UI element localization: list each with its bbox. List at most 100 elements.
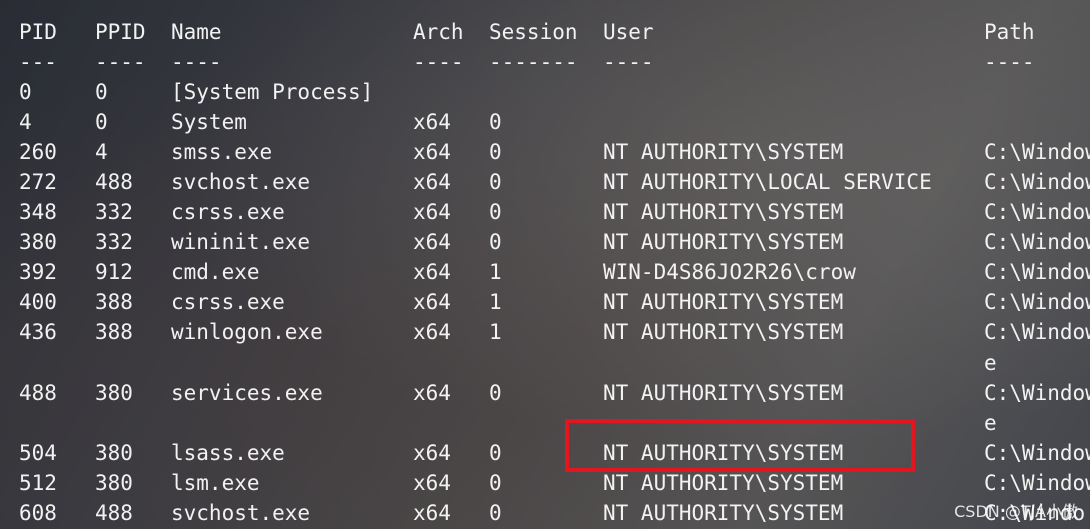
cell-arch: x64 bbox=[413, 110, 451, 134]
cell-arch: x64 bbox=[413, 441, 451, 465]
separator-arch: ---- bbox=[413, 50, 464, 74]
header-name: Name bbox=[171, 20, 222, 44]
cell-session: 1 bbox=[489, 290, 502, 314]
cell-session: 0 bbox=[489, 441, 502, 465]
table-row: 380 332 wininit.exe x64 0 NT AUTHORITY\S… bbox=[0, 227, 1090, 257]
cell-ppid: 488 bbox=[95, 501, 133, 525]
header-session: Session bbox=[489, 20, 578, 44]
cell-name: lsm.exe bbox=[171, 471, 260, 495]
cell-arch: x64 bbox=[413, 381, 451, 405]
cell-name: svchost.exe bbox=[171, 501, 311, 525]
table-row: 400 388 csrss.exe x64 1 NT AUTHORITY\SYS… bbox=[0, 287, 1090, 317]
cell-name: cmd.exe bbox=[171, 260, 260, 284]
cell-session: 0 bbox=[489, 140, 502, 164]
cell-user: NT AUTHORITY\LOCAL SERVICE bbox=[603, 170, 932, 194]
table-row: 272 488 svchost.exe x64 0 NT AUTHORITY\L… bbox=[0, 167, 1090, 197]
cell-arch: x64 bbox=[413, 320, 451, 344]
cell-session: 0 bbox=[489, 170, 502, 194]
cell-session: 0 bbox=[489, 230, 502, 254]
cell-path: C:\Window bbox=[984, 140, 1090, 164]
cell-user: NT AUTHORITY\SYSTEM bbox=[603, 471, 844, 495]
table-row: 436 388 winlogon.exe x64 1 NT AUTHORITY\… bbox=[0, 317, 1090, 347]
table-row: 504 380 lsass.exe x64 0 NT AUTHORITY\SYS… bbox=[0, 438, 1090, 468]
cell-name: services.exe bbox=[171, 381, 323, 405]
cell-name: winlogon.exe bbox=[171, 320, 323, 344]
cell-name: [System Process] bbox=[171, 80, 374, 104]
cell-path: C:\Window bbox=[984, 471, 1090, 495]
cell-path: C:\Window bbox=[984, 320, 1090, 344]
cell-arch: x64 bbox=[413, 290, 451, 314]
cell-ppid: 0 bbox=[95, 80, 108, 104]
cell-ppid: 380 bbox=[95, 471, 133, 495]
table-row: 392 912 cmd.exe x64 1 WIN-D4S86JO2R26\cr… bbox=[0, 257, 1090, 287]
table-row: 348 332 csrss.exe x64 0 NT AUTHORITY\SYS… bbox=[0, 197, 1090, 227]
table-row: 4 0 System x64 0 bbox=[0, 107, 1090, 137]
cell-path: C:\Window bbox=[984, 381, 1090, 405]
table-row: 608 488 svchost.exe x64 0 NT AUTHORITY\S… bbox=[0, 498, 1090, 528]
cell-user: NT AUTHORITY\SYSTEM bbox=[603, 501, 844, 525]
cell-session: 0 bbox=[489, 381, 502, 405]
table-row: 512 380 lsm.exe x64 0 NT AUTHORITY\SYSTE… bbox=[0, 468, 1090, 498]
cell-arch: x64 bbox=[413, 140, 451, 164]
cell-pid: 436 bbox=[19, 320, 57, 344]
cell-user: NT AUTHORITY\SYSTEM bbox=[603, 140, 844, 164]
cell-name: svchost.exe bbox=[171, 170, 311, 194]
separator-path: ---- bbox=[984, 50, 1035, 74]
cell-path: C:\Window bbox=[984, 441, 1090, 465]
cell-path: C:\Window bbox=[984, 170, 1090, 194]
highlight-annotation-box bbox=[565, 419, 915, 472]
cell-ppid: 0 bbox=[95, 110, 108, 134]
cell-arch: x64 bbox=[413, 170, 451, 194]
cell-ppid: 380 bbox=[95, 381, 133, 405]
table-row: 260 4 smss.exe x64 0 NT AUTHORITY\SYSTEM… bbox=[0, 137, 1090, 167]
separator-row: --- ---- ---- ---- ------- ---- ---- bbox=[0, 47, 1090, 77]
cell-path-continuation: e bbox=[984, 411, 997, 435]
cell-session: 1 bbox=[489, 320, 502, 344]
cell-pid: 348 bbox=[19, 200, 57, 224]
header-path: Path bbox=[984, 20, 1035, 44]
cell-arch: x64 bbox=[413, 471, 451, 495]
cell-name: csrss.exe bbox=[171, 290, 285, 314]
table-row-continuation: e bbox=[0, 408, 1090, 438]
cell-arch: x64 bbox=[413, 260, 451, 284]
cell-ppid: 912 bbox=[95, 260, 133, 284]
cell-ppid: 388 bbox=[95, 320, 133, 344]
cell-pid: 380 bbox=[19, 230, 57, 254]
header-row: PID PPID Name Arch Session User Path bbox=[0, 17, 1090, 47]
cell-path: C:\Window bbox=[984, 260, 1090, 284]
cell-ppid: 380 bbox=[95, 441, 133, 465]
cell-user: WIN-D4S86JO2R26\crow bbox=[603, 260, 856, 284]
terminal-window: PID PPID Name Arch Session User Path ---… bbox=[0, 0, 1090, 529]
cell-pid: 400 bbox=[19, 290, 57, 314]
separator-user: ---- bbox=[603, 50, 654, 74]
cell-user: NT AUTHORITY\SYSTEM bbox=[603, 320, 844, 344]
cell-user: NT AUTHORITY\SYSTEM bbox=[603, 230, 844, 254]
table-row: 488 380 services.exe x64 0 NT AUTHORITY\… bbox=[0, 378, 1090, 408]
cell-user: NT AUTHORITY\SYSTEM bbox=[603, 200, 844, 224]
cell-pid: 504 bbox=[19, 441, 57, 465]
cell-session: 0 bbox=[489, 200, 502, 224]
cell-user: NT AUTHORITY\SYSTEM bbox=[603, 381, 844, 405]
cell-path-continuation: e bbox=[984, 351, 997, 375]
cell-session: 0 bbox=[489, 471, 502, 495]
cell-session: 1 bbox=[489, 260, 502, 284]
cell-path: C:\Window bbox=[984, 200, 1090, 224]
cell-pid: 512 bbox=[19, 471, 57, 495]
cell-name: smss.exe bbox=[171, 140, 273, 164]
cell-name: System bbox=[171, 110, 247, 134]
watermark-text: CSDN @TJA小傲 bbox=[954, 502, 1078, 521]
cell-name: lsass.exe bbox=[171, 441, 285, 465]
cell-ppid: 488 bbox=[95, 170, 133, 194]
cell-pid: 392 bbox=[19, 260, 57, 284]
cell-session: 0 bbox=[489, 110, 502, 134]
cell-path: C:\Window bbox=[984, 230, 1090, 254]
cell-pid: 4 bbox=[19, 110, 32, 134]
table-row: 0 0 [System Process] bbox=[0, 77, 1090, 107]
cell-ppid: 4 bbox=[95, 140, 108, 164]
cell-path: C:\Window bbox=[984, 290, 1090, 314]
table-row-continuation: e bbox=[0, 348, 1090, 378]
cell-pid: 272 bbox=[19, 170, 57, 194]
cell-ppid: 332 bbox=[95, 230, 133, 254]
header-pid: PID bbox=[19, 20, 57, 44]
cell-name: csrss.exe bbox=[171, 200, 285, 224]
